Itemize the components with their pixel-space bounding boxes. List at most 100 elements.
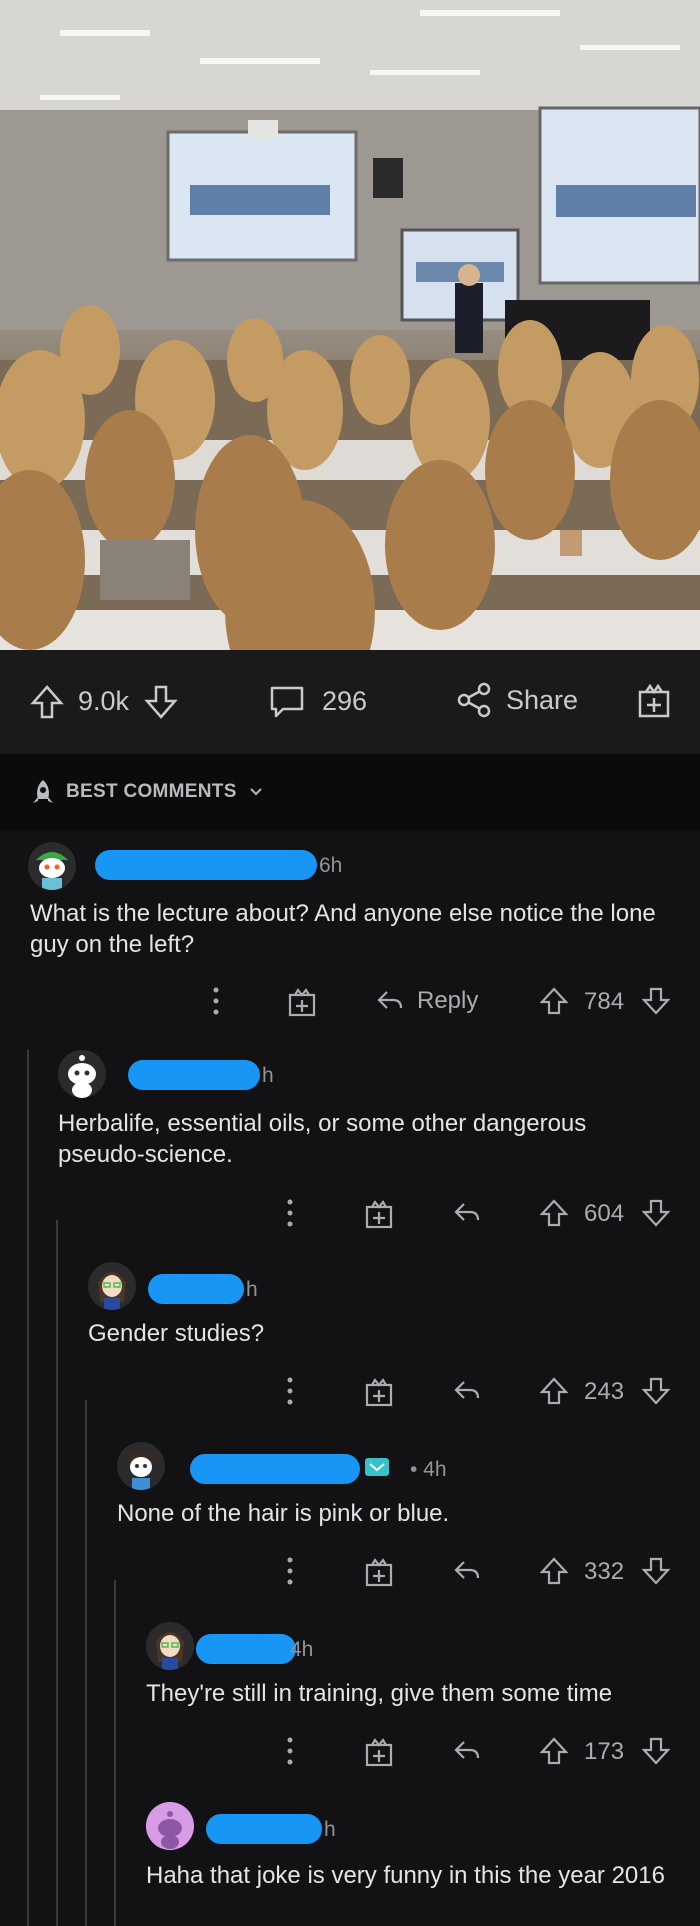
reply-button[interactable] [452,1736,482,1766]
comment-time: • 4h [410,1458,447,1481]
upvote-button[interactable] [540,1376,568,1406]
default-snoo-avatar-icon [146,1802,194,1850]
snoo-avatar-icon [28,842,76,890]
reply-icon [454,1203,480,1221]
flair-icon [365,1458,389,1476]
comments-button[interactable]: 296 [268,682,367,720]
post-score: 9.0k [78,686,130,716]
comment: • 4h None of the hair is pink or blue. 3… [0,1442,700,1602]
comment-score: 243 [584,1378,625,1405]
award-icon [365,1558,393,1587]
upvote-icon [540,987,568,1015]
downvote-button[interactable] [642,1198,670,1228]
award-icon [365,1738,393,1767]
character-avatar-icon [88,1262,136,1310]
comment-body: None of the hair is pink or blue. [117,1500,450,1527]
comments-count: 296 [322,685,368,716]
downvote-button[interactable] [642,986,670,1016]
award-button[interactable] [364,1556,394,1588]
reply-button[interactable] [452,1198,482,1228]
upvote-icon [540,1557,568,1585]
upvote-button[interactable] [30,684,64,720]
more-icon [287,1737,293,1765]
comment: h Haha that joke is very funny in this t… [0,1802,700,1926]
comment-body: Haha that joke is very funny in this the… [146,1862,665,1889]
comment-score: 784 [584,988,625,1015]
comment-time: 6h [319,854,343,877]
comment-actions: 604 [0,1194,700,1234]
share-button[interactable]: Share [456,682,578,718]
comment-time: h [262,1064,274,1087]
more-options-button[interactable] [286,1556,294,1586]
comment-score: 173 [584,1738,625,1765]
avatar[interactable] [88,1262,136,1310]
reply-icon [454,1381,480,1399]
comment-score: 604 [584,1200,625,1227]
award-icon [365,1378,393,1407]
comment-actions: 243 [0,1372,700,1412]
comment: h Herbalife, essential oils, or some oth… [0,1048,700,1248]
more-options-button[interactable] [286,1376,294,1406]
share-label: Share [506,684,579,715]
award-button[interactable] [636,682,672,720]
downvote-button[interactable] [642,1556,670,1586]
comment-actions: 173 [0,1732,700,1772]
avatar[interactable] [146,1622,194,1670]
upvote-button[interactable] [540,986,568,1016]
award-button[interactable] [287,986,317,1018]
reply-label: Reply [417,987,479,1014]
reply-button[interactable] [452,1376,482,1406]
reply-button[interactable]: Reply [375,986,478,1016]
comment-sort-bar[interactable]: BEST COMMENTS [0,754,700,830]
avatar[interactable] [117,1442,165,1490]
comment-time: h [246,1278,258,1301]
downvote-icon [144,685,178,719]
award-icon [288,988,316,1017]
upvote-icon [540,1377,568,1405]
upvote-icon [540,1737,568,1765]
chevron-down-icon [249,788,262,796]
avatar[interactable] [58,1050,106,1098]
more-icon [287,1199,293,1227]
award-button[interactable] [364,1376,394,1408]
sort-label: BEST COMMENTS [66,781,237,802]
more-icon [287,1377,293,1405]
downvote-icon [642,1377,670,1405]
avatar[interactable] [146,1802,194,1850]
award-button[interactable] [364,1198,394,1230]
more-options-button[interactable] [286,1736,294,1766]
downvote-button[interactable] [642,1736,670,1766]
comment: 4h They're still in training, give them … [0,1622,700,1782]
upvote-button[interactable] [540,1736,568,1766]
upvote-icon [30,685,64,719]
downvote-button[interactable] [642,1376,670,1406]
avatar[interactable] [28,842,76,890]
upvote-button[interactable] [540,1198,568,1228]
reply-button[interactable] [452,1556,482,1586]
award-icon [638,683,670,718]
more-options-button[interactable] [212,986,220,1016]
comment-body: Herbalife, essential oils, or some other… [58,1110,587,1168]
redacted-username [128,1060,260,1090]
redacted-username [95,850,317,880]
upvote-button[interactable] [540,1556,568,1586]
reply-icon [454,1561,480,1579]
more-options-button[interactable] [286,1198,294,1228]
more-icon [213,987,219,1015]
post-action-bar: 9.0k 296 Share [0,650,700,754]
redacted-username [206,1814,322,1844]
award-button[interactable] [364,1736,394,1768]
downvote-button[interactable] [144,684,178,720]
comment-actions: 332 [0,1552,700,1592]
comment-icon [270,686,304,718]
comment-time: 4h [290,1638,314,1661]
reply-icon [454,1741,480,1759]
redacted-username [148,1274,244,1304]
snoo-avatar-icon [58,1050,106,1098]
award-icon [365,1200,393,1229]
upvote-icon [540,1199,568,1227]
comment: h Gender studies? 243 [0,1262,700,1422]
redacted-username [196,1634,296,1664]
post-image[interactable] [0,0,700,650]
lecture-hall-photo [0,0,700,650]
